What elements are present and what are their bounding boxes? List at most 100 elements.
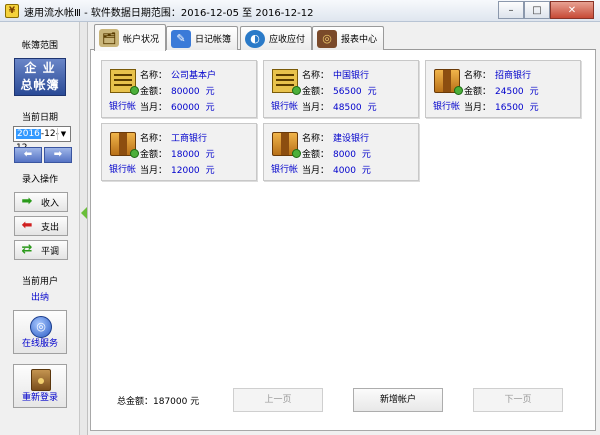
tab-receivables-label: 应收应付: [269, 35, 306, 45]
unit: 元: [205, 166, 215, 176]
tab-journal[interactable]: ✎ 日记帐簿: [166, 26, 239, 50]
transfer-button[interactable]: ⇄ 平调: [14, 240, 68, 260]
ops-label: 录入操作: [21, 175, 58, 185]
film-reel-icon: ◎: [317, 29, 337, 48]
date-nav: ⬅ ➡: [14, 147, 72, 163]
tab-journal-label: 日记帐簿: [195, 35, 232, 45]
unit: 元: [367, 103, 377, 113]
account-type: 银行帐: [109, 165, 137, 175]
tab-bar: 🗂 帐户状况 ✎ 日记帐簿 ◐ 应收应付 ◎ 报表中心: [90, 24, 596, 51]
relogin-button[interactable]: 重新登录: [13, 364, 67, 408]
unit: 元: [361, 166, 371, 176]
tab-account-status[interactable]: 🗂 帐户状况: [94, 24, 167, 51]
arrows-both-icon: ⇄: [21, 242, 33, 257]
pen-book-icon: ✎: [171, 29, 191, 48]
window-title: 速用流水帐Ⅲ - 软件数据日期范围：2016-12-05 至 2016-12-1…: [24, 8, 314, 19]
month-key: 当月：: [140, 166, 168, 176]
account-name: 工商银行: [171, 134, 208, 144]
account-month: 48500: [333, 103, 362, 113]
arrow-left-red-icon: ⬅: [21, 218, 33, 233]
account-type: 银行帐: [433, 102, 461, 112]
unit: 元: [367, 87, 377, 97]
next-date-button[interactable]: ➡: [44, 147, 72, 163]
next-page-button[interactable]: 下一页: [473, 388, 563, 412]
relogin-label: 重新登录: [21, 393, 58, 403]
collapse-arrow-icon[interactable]: [81, 207, 87, 219]
scope-label: 帐簿范围: [21, 41, 58, 51]
online-service-button[interactable]: ◎ 在线服务: [13, 310, 67, 354]
month-key: 当月：: [302, 103, 330, 113]
unit: 元: [205, 87, 215, 97]
bank-box-icon: [272, 132, 301, 158]
app-icon: ¥: [5, 4, 19, 18]
ledger-scope-line1: 企 业: [24, 61, 56, 75]
balance-key: 金额：: [464, 87, 492, 97]
account-balance: 24500: [495, 87, 524, 97]
add-account-button[interactable]: 新增帐户: [353, 388, 443, 412]
month-key: 当月：: [302, 166, 330, 176]
total-amount: 总金额：187000 元: [117, 397, 200, 407]
ledger-scope-line2: 总帐簿: [20, 78, 60, 92]
date-picker[interactable]: 2016-12-12 ▼: [13, 126, 71, 153]
account-name: 中国银行: [333, 71, 370, 81]
name-key: 名称：: [302, 134, 330, 144]
tab-reports-label: 报表中心: [341, 35, 378, 45]
account-month: 60000: [171, 103, 200, 113]
prev-date-button[interactable]: ⬅: [14, 147, 42, 163]
account-name: 招商银行: [495, 71, 532, 81]
account-card[interactable]: 银行帐 名称： 招商银行 金额： 24500 元 当月： 16500 元: [425, 60, 581, 118]
account-month: 12000: [171, 166, 200, 176]
close-button[interactable]: ✕: [550, 1, 594, 19]
sidebar: 帐簿范围 企 业 总帐簿 当前日期 2016-12-12 ▼ ⬅ ➡ 录入操作 …: [0, 22, 80, 435]
account-name: 公司基本户: [171, 71, 217, 81]
balance-key: 金额：: [302, 87, 330, 97]
online-service-label: 在线服务: [21, 339, 58, 349]
dropdown-arrow-icon[interactable]: ▼: [57, 128, 69, 140]
name-key: 名称：: [140, 134, 168, 144]
account-name: 建设银行: [333, 134, 370, 144]
date-year: 2016: [16, 129, 41, 139]
account-type: 银行帐: [271, 102, 299, 112]
tab-reports[interactable]: ◎ 报表中心: [312, 26, 385, 50]
unit: 元: [529, 103, 539, 113]
expense-button[interactable]: ⬅ 支出: [14, 216, 68, 236]
balance-key: 金额：: [140, 87, 168, 97]
account-card[interactable]: 银行帐 名称： 工商银行 金额： 18000 元 当月： 12000 元: [101, 123, 257, 181]
account-balance: 80000: [171, 87, 200, 97]
globe-money-icon: ◐: [245, 29, 265, 48]
expense-label: 支出: [41, 222, 60, 233]
tab-account-status-label: 帐户状况: [123, 34, 160, 45]
account-month: 16500: [495, 103, 524, 113]
prev-page-button[interactable]: 上一页: [233, 388, 323, 412]
income-button[interactable]: ➡ 收入: [14, 192, 68, 212]
bank-building-icon: [272, 69, 301, 95]
maximize-button[interactable]: □: [524, 1, 550, 19]
name-key: 名称：: [302, 71, 330, 81]
arrow-right-green-icon: ➡: [21, 194, 33, 209]
account-card[interactable]: 银行帐 名称： 建设银行 金额： 8000 元 当月： 4000 元: [263, 123, 419, 181]
minimize-button[interactable]: –: [498, 1, 524, 19]
account-panel: 银行帐 名称： 公司基本户 金额： 80000 元 当月： 60000 元 银行帐 名称：…: [90, 50, 596, 431]
bank-box-icon: [110, 132, 139, 158]
account-card[interactable]: 银行帐 名称： 公司基本户 金额： 80000 元 当月： 60000 元: [101, 60, 257, 118]
folder-tree-icon: 🗂: [99, 29, 119, 47]
lock-icon: [31, 369, 51, 391]
bank-building-icon: [110, 69, 139, 95]
account-month: 4000: [333, 166, 356, 176]
user-name: 出纳: [30, 293, 49, 303]
unit: 元: [205, 150, 215, 160]
title-bar: ¥ 速用流水帐Ⅲ - 软件数据日期范围：2016-12-05 至 2016-12…: [0, 0, 600, 22]
sidebar-splitter[interactable]: [80, 22, 88, 435]
balance-key: 金额：: [140, 150, 168, 160]
unit: 元: [205, 103, 215, 113]
account-balance: 18000: [171, 150, 200, 160]
account-type: 银行帐: [271, 165, 299, 175]
month-key: 当月：: [140, 103, 168, 113]
tab-receivables[interactable]: ◐ 应收应付: [240, 26, 313, 50]
name-key: 名称：: [140, 71, 168, 81]
unit: 元: [529, 87, 539, 97]
unit: 元: [361, 150, 371, 160]
account-card[interactable]: 银行帐 名称： 中国银行 金额： 56500 元 当月： 48500 元: [263, 60, 419, 118]
ledger-scope-button[interactable]: 企 业 总帐簿: [14, 58, 66, 96]
account-type: 银行帐: [109, 102, 137, 112]
